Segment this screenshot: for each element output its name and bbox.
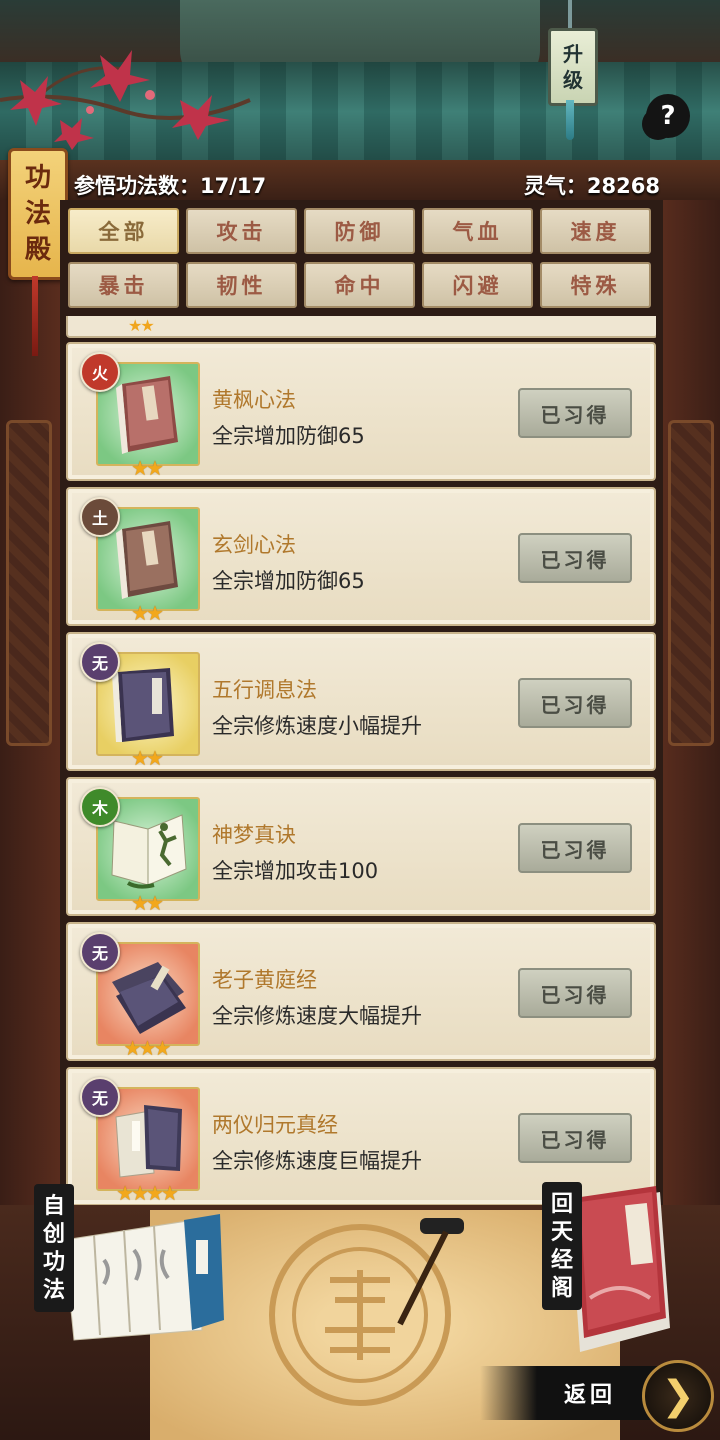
list-item-partial: ★★: [66, 316, 656, 338]
tab-hp[interactable]: 气血: [422, 208, 533, 254]
list-item: 土 ★★ 玄剑心法 全宗增加防御65 已习得: [66, 487, 656, 626]
star-rating: ★★: [131, 601, 164, 625]
open-scroll-book-icon: [111, 814, 187, 889]
stacked-books-icon: [115, 1105, 182, 1178]
list-item: 木 ★★ 神梦真诀 全宗增加攻击100 已习得: [66, 777, 656, 916]
skill-description: 全宗修炼速度小幅提升: [212, 714, 422, 738]
skill-name: 两仪归元真经: [212, 1113, 338, 1137]
chevron-right-icon: ❯: [661, 1373, 695, 1419]
skill-name: 玄剑心法: [212, 533, 296, 557]
skill-list[interactable]: ★★ 火 ★★ 黄枫心法 全宗增加防御65 已习得 土 ★★ 玄剑心法 全宗增加…: [66, 316, 656, 1206]
learned-button[interactable]: 已习得: [518, 1113, 632, 1163]
tab-all[interactable]: 全部: [68, 208, 179, 254]
custom-skill-button[interactable]: 自 创 功 法: [34, 1184, 74, 1312]
custom-skill-label-char: 功: [42, 1249, 65, 1275]
filter-tabs: 全部 攻击 防御 气血 速度 暴击 韧性 命中 闪避 特殊: [68, 208, 658, 312]
learned-button[interactable]: 已习得: [518, 388, 632, 438]
library-label-char: 经: [550, 1247, 573, 1273]
skill-description: 全宗修炼速度大幅提升: [212, 1004, 422, 1028]
skill-description: 全宗增加防御65: [212, 569, 365, 593]
custom-skill-label-char: 创: [42, 1221, 65, 1247]
left-wall-ornament: [6, 420, 52, 746]
library-label-char: 阁: [550, 1275, 573, 1301]
learned-button[interactable]: 已习得: [518, 968, 632, 1018]
manual-book-icon: [116, 521, 178, 599]
library-label-char: 回: [550, 1191, 573, 1217]
tab-special[interactable]: 特殊: [540, 262, 651, 308]
skill-description: 全宗增加攻击100: [212, 859, 379, 883]
tab-crit[interactable]: 暴击: [68, 262, 179, 308]
return-arrow-button[interactable]: ❯: [642, 1360, 714, 1432]
skill-name: 黄枫心法: [212, 388, 296, 412]
upgrade-tag-string: [568, 0, 572, 30]
custom-skill-label-char: 法: [42, 1277, 65, 1303]
maple-branch-decoration: [0, 50, 251, 150]
learned-button[interactable]: 已习得: [518, 678, 632, 728]
tab-speed[interactable]: 速度: [540, 208, 651, 254]
library-label-char: 天: [550, 1219, 573, 1245]
element-badge: 火: [80, 352, 120, 392]
skill-name: 五行调息法: [212, 678, 317, 702]
upgrade-tag-tassel: [566, 100, 574, 140]
tab-accuracy[interactable]: 命中: [304, 262, 415, 308]
star-rating: ★★★: [123, 1036, 172, 1060]
star-rating: ★★: [131, 891, 164, 915]
stacked-books-icon: [112, 962, 186, 1034]
right-wall-ornament: [668, 420, 714, 746]
tab-dodge[interactable]: 闪避: [422, 262, 533, 308]
list-item: 火 ★★ 黄枫心法 全宗增加防御65 已习得: [66, 342, 656, 481]
element-badge: 无: [80, 1077, 120, 1117]
hall-title-char: 功: [24, 163, 51, 193]
learned-button[interactable]: 已习得: [518, 823, 632, 873]
hall-title-sign: 功 法 殿: [8, 148, 68, 280]
element-badge: 无: [80, 642, 120, 682]
aura-amount: 灵气：28268: [523, 174, 660, 198]
manual-book-icon: [112, 668, 174, 742]
skill-name: 老子黄庭经: [212, 968, 317, 992]
upgrade-label-char: 升: [563, 42, 583, 66]
element-badge: 无: [80, 932, 120, 972]
star-rating: ★★: [128, 316, 155, 335]
list-item: 无 ★★★ 老子黄庭经 全宗修炼速度大幅提升 已习得: [66, 922, 656, 1061]
help-button[interactable]: ?: [646, 94, 690, 138]
skill-name: 神梦真诀: [212, 823, 296, 847]
return-label: 返回: [564, 1382, 617, 1408]
manual-book-icon: [116, 376, 178, 454]
upgrade-button[interactable]: 升 级: [548, 28, 598, 106]
skill-description: 全宗增加防御65: [212, 424, 365, 448]
star-rating: ★★: [131, 746, 164, 770]
brush-icon: [397, 1218, 464, 1326]
list-item: 无 ★★ 五行调息法 全宗修炼速度小幅提升 已习得: [66, 632, 656, 771]
skill-description: 全宗修炼速度巨幅提升: [212, 1149, 422, 1173]
comprehended-count: 参悟功法数：17/17: [74, 174, 267, 198]
question-icon: ?: [660, 101, 676, 131]
tab-toughness[interactable]: 韧性: [186, 262, 297, 308]
hall-sign-tassel: [32, 276, 38, 356]
element-badge: 木: [80, 787, 120, 827]
upgrade-label-char: 级: [563, 68, 583, 92]
learned-button[interactable]: 已习得: [518, 533, 632, 583]
star-rating: ★★: [131, 456, 164, 480]
tab-attack[interactable]: 攻击: [186, 208, 297, 254]
tab-defense[interactable]: 防御: [304, 208, 415, 254]
hall-title-char: 殿: [24, 235, 51, 265]
element-badge: 土: [80, 497, 120, 537]
library-button[interactable]: 回 天 经 阁: [542, 1182, 582, 1310]
hall-title-char: 法: [24, 199, 51, 229]
custom-skill-label-char: 自: [42, 1193, 65, 1219]
